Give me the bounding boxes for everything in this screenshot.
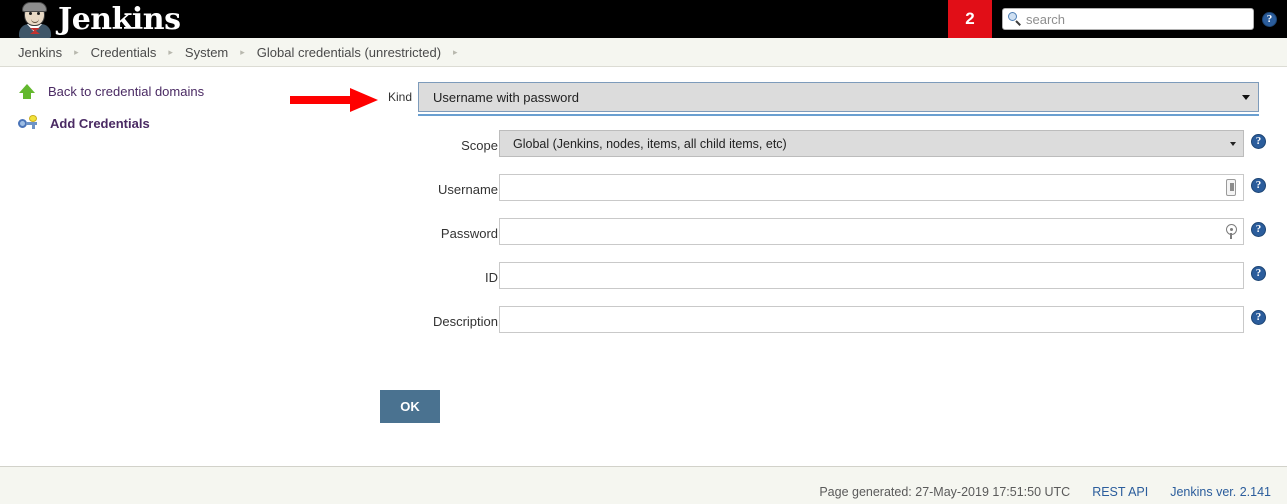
up-arrow-icon (18, 82, 36, 100)
sidebar: Back to credential domains Add Credentia… (0, 75, 290, 139)
credentials-form: Kind Username with password Scope Global… (388, 82, 1266, 346)
id-help-icon[interactable]: ? (1251, 266, 1266, 281)
username-label: Username (438, 182, 498, 197)
sidebar-item-label: Add Credentials (50, 115, 150, 131)
sidebar-item-add-credentials[interactable]: Add Credentials (0, 107, 290, 139)
chevron-right-icon: ▸ (74, 46, 79, 57)
id-input[interactable] (499, 262, 1244, 289)
chevron-right-icon: ▸ (453, 46, 458, 57)
description-label: Description (432, 314, 498, 329)
password-input[interactable] (499, 218, 1244, 245)
search-placeholder: search (1026, 11, 1066, 27)
notification-badge[interactable]: 2 (948, 0, 992, 38)
description-help-icon[interactable]: ? (1251, 310, 1266, 325)
search-container: search (1002, 8, 1254, 30)
kind-selected-value: Username with password (433, 89, 579, 105)
kind-select[interactable]: Username with password (418, 82, 1259, 112)
kind-label: Kind (387, 90, 412, 104)
id-label: ID (485, 270, 498, 285)
password-label: Password (440, 226, 498, 241)
scope-control: Global (Jenkins, nodes, items, all child… (499, 130, 1244, 157)
sidebar-item-label: Back to credential domains (48, 83, 205, 99)
app-title: Jenkins (58, 2, 181, 37)
kind-row: Kind Username with password (388, 82, 1259, 116)
password-help-icon[interactable]: ? (1251, 222, 1266, 237)
help-icon[interactable]: ? (1262, 11, 1277, 27)
autofill-card-icon[interactable] (1224, 179, 1238, 196)
scope-help-icon[interactable]: ? (1251, 134, 1266, 149)
jenkins-home-link[interactable]: Jenkins (0, 0, 181, 38)
scope-label: Scope (461, 138, 498, 153)
scope-selected-value: Global (Jenkins, nodes, items, all child… (513, 136, 787, 151)
key-icon[interactable] (1223, 224, 1239, 239)
form-actions: OK (380, 390, 440, 423)
ok-button[interactable]: OK (380, 390, 440, 423)
chevron-down-icon (1230, 141, 1236, 146)
jenkins-butler-logo-icon (18, 0, 52, 38)
username-input[interactable] (499, 174, 1244, 201)
password-row: Password ? (418, 214, 1266, 258)
id-row: ID ? (418, 258, 1266, 302)
sidebar-item-back-to-credential-domains[interactable]: Back to credential domains (0, 75, 290, 107)
description-row: Description ? (418, 302, 1266, 346)
scope-select[interactable]: Global (Jenkins, nodes, items, all child… (499, 130, 1244, 157)
password-control (499, 218, 1244, 245)
description-control (499, 306, 1244, 333)
page-generated-text: Page generated: 27-May-2019 17:51:50 UTC (819, 484, 1071, 499)
rest-api-link[interactable]: REST API (1092, 485, 1148, 499)
key-add-icon (18, 115, 38, 131)
scope-row: Scope Global (Jenkins, nodes, items, all… (418, 126, 1266, 170)
chevron-down-icon (1242, 94, 1250, 100)
search-icon (1008, 12, 1022, 26)
chevron-right-icon: ▸ (168, 46, 173, 57)
id-control (499, 262, 1244, 289)
breadcrumb-item-global-credentials[interactable]: Global credentials (unrestricted) (257, 45, 441, 60)
username-control (499, 174, 1244, 201)
username-help-icon[interactable]: ? (1251, 178, 1266, 193)
annotation-arrow-icon (290, 88, 380, 112)
search-input[interactable]: search (1002, 8, 1254, 30)
breadcrumb-item-system[interactable]: System (185, 45, 228, 60)
page-footer: Page generated: 27-May-2019 17:51:50 UTC… (0, 466, 1287, 504)
breadcrumb-item-credentials[interactable]: Credentials (91, 45, 157, 60)
chevron-right-icon: ▸ (240, 46, 245, 57)
description-input[interactable] (499, 306, 1244, 333)
jenkins-version-link[interactable]: Jenkins ver. 2.141 (1170, 485, 1271, 499)
breadcrumb: Jenkins ▸ Credentials ▸ System ▸ Global … (0, 38, 1287, 67)
app-header: Jenkins 2 search ? (0, 0, 1287, 38)
username-row: Username ? (418, 170, 1266, 214)
breadcrumb-item-jenkins[interactable]: Jenkins (18, 45, 62, 60)
